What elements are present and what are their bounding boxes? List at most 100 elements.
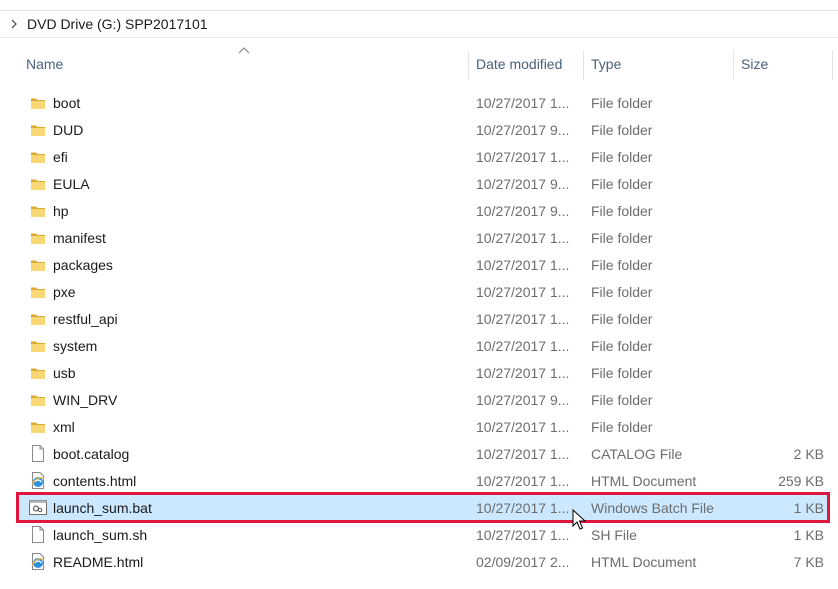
file-date-modified: 10/27/2017 9...: [476, 121, 570, 138]
file-size: [740, 89, 824, 116]
file-date-modified: 10/27/2017 1...: [476, 364, 570, 381]
column-divider[interactable]: [468, 50, 469, 80]
file-date-modified: 10/27/2017 1...: [476, 310, 570, 327]
batch-file-icon: [29, 494, 47, 521]
mouse-cursor-icon: [572, 509, 586, 530]
file-date-modified: 10/27/2017 1...: [476, 526, 570, 543]
folder-icon: [29, 224, 47, 251]
file-row[interactable]: system 10/27/2017 1... File folder: [18, 332, 828, 359]
folder-icon: [29, 197, 47, 224]
file-size: [740, 386, 824, 413]
folder-icon: [29, 413, 47, 440]
file-row[interactable]: pxe 10/27/2017 1... File folder: [18, 278, 828, 305]
file-name: EULA: [53, 175, 90, 192]
file-date-modified: 10/27/2017 1...: [476, 94, 570, 111]
file-size: [740, 413, 824, 440]
file-name: DUD: [53, 121, 84, 138]
column-type[interactable]: Type: [591, 46, 731, 82]
file-name: launch_sum.bat: [53, 499, 152, 516]
file-date-modified: 10/27/2017 1...: [476, 445, 570, 462]
file-date-modified: 10/27/2017 1...: [476, 499, 570, 516]
file-size: [740, 224, 824, 251]
file-type: Windows Batch File: [591, 499, 714, 516]
folder-icon: [29, 386, 47, 413]
file-name: WIN_DRV: [53, 391, 118, 408]
file-date-modified: 10/27/2017 1...: [476, 472, 570, 489]
file-size: [740, 116, 824, 143]
file-size: [740, 197, 824, 224]
file-row[interactable]: EULA 10/27/2017 9... File folder: [18, 170, 828, 197]
file-row[interactable]: efi 10/27/2017 1... File folder: [18, 143, 828, 170]
address-bar[interactable]: DVD Drive (G:) SPP2017101: [0, 11, 838, 38]
file-type: HTML Document: [591, 472, 697, 489]
file-type: File folder: [591, 121, 653, 138]
folder-icon: [29, 170, 47, 197]
folder-icon: [29, 89, 47, 116]
file-date-modified: 10/27/2017 9...: [476, 175, 570, 192]
column-divider[interactable]: [583, 50, 584, 80]
file-row[interactable]: xml 10/27/2017 1... File folder: [18, 413, 828, 440]
file-size: 1 KB: [793, 526, 824, 543]
file-name: pxe: [53, 283, 76, 300]
file-row[interactable]: manifest 10/27/2017 1... File folder: [18, 224, 828, 251]
file-name: boot.catalog: [53, 445, 130, 462]
file-row[interactable]: README.html 02/09/2017 2... HTML Document 7…: [18, 548, 828, 575]
file-type: SH File: [591, 526, 637, 543]
html-document-icon: [29, 467, 47, 494]
file-type: File folder: [591, 94, 653, 111]
file-size: 7 KB: [793, 553, 824, 570]
file-name: hp: [53, 202, 69, 219]
file-name: usb: [53, 364, 76, 381]
chevron-right-icon[interactable]: [9, 19, 19, 29]
file-type: HTML Document: [591, 553, 697, 570]
file-row-selected[interactable]: launch_sum.bat 10/27/2017 1... Windows Bat…: [16, 492, 830, 523]
file-type: File folder: [591, 175, 653, 192]
file-name: efi: [53, 148, 68, 165]
file-type: File folder: [591, 418, 653, 435]
file-date-modified: 10/27/2017 1...: [476, 337, 570, 354]
file-size: [740, 143, 824, 170]
file-date-modified: 10/27/2017 9...: [476, 202, 570, 219]
column-divider[interactable]: [733, 50, 734, 80]
file-row[interactable]: packages 10/27/2017 1... File folder: [18, 251, 828, 278]
folder-icon: [29, 278, 47, 305]
file-type: File folder: [591, 283, 653, 300]
file-date-modified: 02/09/2017 2...: [476, 553, 570, 570]
column-divider[interactable]: [832, 50, 833, 80]
file-row[interactable]: DUD 10/27/2017 9... File folder: [18, 116, 828, 143]
folder-icon: [29, 143, 47, 170]
folder-icon: [29, 116, 47, 143]
file-type: File folder: [591, 364, 653, 381]
file-type: File folder: [591, 256, 653, 273]
file-type: File folder: [591, 337, 653, 354]
file-name: system: [53, 337, 98, 354]
file-row[interactable]: WIN_DRV 10/27/2017 9... File folder: [18, 386, 828, 413]
file-icon: [29, 440, 47, 467]
file-date-modified: 10/27/2017 1...: [476, 229, 570, 246]
file-row[interactable]: contents.html 10/27/2017 1... HTML Documen…: [18, 467, 828, 494]
column-size[interactable]: Size: [741, 46, 829, 82]
file-size: 259 KB: [778, 472, 824, 489]
file-date-modified: 10/27/2017 1...: [476, 283, 570, 300]
file-name: boot: [53, 94, 81, 111]
file-name: restful_api: [53, 310, 118, 327]
file-row[interactable]: boot.catalog 10/27/2017 1... CATALOG File 2…: [18, 440, 828, 467]
file-row[interactable]: boot 10/27/2017 1... File folder: [18, 89, 828, 116]
file-name: launch_sum.sh: [53, 526, 148, 543]
html-document-icon: [29, 548, 47, 575]
file-name: xml: [53, 418, 75, 435]
folder-icon: [29, 332, 47, 359]
file-row[interactable]: hp 10/27/2017 9... File folder: [18, 197, 828, 224]
column-date-modified[interactable]: Date modified: [476, 46, 580, 82]
file-date-modified: 10/27/2017 1...: [476, 148, 570, 165]
file-row[interactable]: usb 10/27/2017 1... File folder: [18, 359, 828, 386]
file-type: File folder: [591, 391, 653, 408]
breadcrumb-drive[interactable]: DVD Drive (G:) SPP2017101: [27, 16, 208, 32]
column-name[interactable]: Name: [26, 46, 466, 82]
folder-icon: [29, 251, 47, 278]
file-icon: [29, 521, 47, 548]
file-row[interactable]: launch_sum.sh 10/27/2017 1... SH File 1 KB: [18, 521, 828, 548]
file-row[interactable]: restful_api 10/27/2017 1... File folder: [18, 305, 828, 332]
file-size: [740, 332, 824, 359]
file-type: File folder: [591, 310, 653, 327]
